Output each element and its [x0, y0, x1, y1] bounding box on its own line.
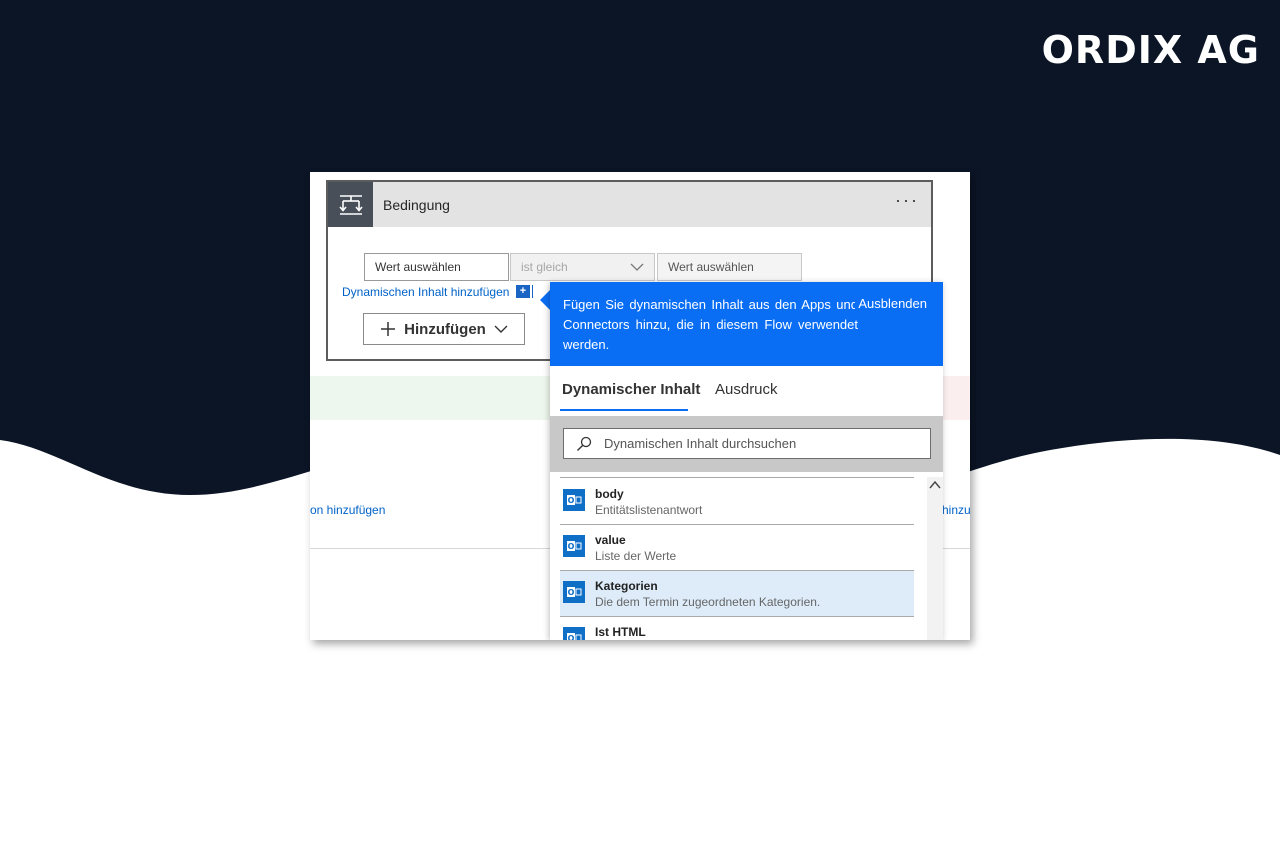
- background-add-link-left[interactable]: on hinzufügen: [310, 503, 385, 517]
- item-description: Die dem Termin zugeordneten Kategorien.: [595, 595, 821, 609]
- list-scrollbar[interactable]: [927, 477, 943, 640]
- outlook-icon: O: [563, 489, 585, 511]
- svg-text:O: O: [568, 634, 575, 640]
- add-dynamic-content-icon-bar: [532, 285, 533, 298]
- background-strip-red: [943, 376, 970, 420]
- add-dynamic-content-link[interactable]: Dynamischen Inhalt hinzufügen: [342, 285, 509, 299]
- right-value-field[interactable]: Wert auswählen: [657, 253, 802, 281]
- panel-pointer: [540, 290, 550, 310]
- outlook-icon: O: [563, 581, 585, 603]
- outlook-icon: O: [563, 535, 585, 557]
- dynamic-content-panel: Fügen Sie dynamischen Inhalt aus den App…: [550, 282, 943, 640]
- add-button-label: Hinzufügen: [404, 320, 486, 338]
- item-description: Liste der Werte: [595, 549, 677, 563]
- svg-text:O: O: [568, 542, 575, 551]
- item-title: value: [595, 533, 626, 547]
- panel-info-text: Fügen Sie dynamischen Inhalt aus den App…: [563, 297, 858, 352]
- condition-title: Bedingung: [383, 197, 450, 213]
- item-title: Kategorien: [595, 579, 658, 593]
- operator-dropdown[interactable]: ist gleich: [510, 253, 655, 281]
- active-tab-indicator: [560, 409, 688, 411]
- item-description: Entitätslistenantwort: [595, 503, 703, 517]
- item-title: body: [595, 487, 624, 501]
- list-separator: [560, 477, 914, 478]
- operator-label: ist gleich: [521, 260, 568, 274]
- more-options-icon[interactable]: ···: [895, 190, 919, 211]
- background-add-link-right[interactable]: hinzu: [942, 503, 970, 517]
- list-item-ist-html[interactable]: O Ist HTML: [560, 617, 914, 640]
- hide-button[interactable]: Ausblenden: [855, 296, 927, 311]
- search-placeholder: Dynamischen Inhalt durchsuchen: [604, 436, 797, 451]
- list-item-body[interactable]: O body Entitätslistenantwort: [560, 479, 914, 524]
- add-dynamic-content-icon[interactable]: +: [516, 285, 530, 298]
- svg-text:O: O: [568, 588, 575, 597]
- left-value-field[interactable]: Wert auswählen: [364, 253, 509, 281]
- chevron-down-icon: [494, 325, 508, 333]
- flow-screenshot: on hinzufügen hinzu Bedingung ··· Wert a…: [310, 172, 970, 640]
- add-button[interactable]: Hinzufügen: [363, 313, 525, 345]
- condition-icon: [328, 182, 373, 227]
- panel-tabs: Dynamischer Inhalt Ausdruck: [550, 366, 943, 416]
- tab-expression[interactable]: Ausdruck: [715, 381, 778, 398]
- list-item-kategorien[interactable]: O Kategorien Die dem Termin zugeordneten…: [560, 571, 914, 616]
- ordix-logo: ORDIX AG: [1041, 28, 1260, 72]
- plus-icon: [381, 322, 396, 336]
- outlook-icon: O: [563, 627, 585, 640]
- chevron-down-icon: [630, 263, 644, 271]
- chevron-up-icon[interactable]: [929, 479, 941, 491]
- condition-card-header[interactable]: Bedingung ···: [328, 182, 931, 227]
- background-strip-green: [310, 376, 550, 420]
- svg-text:O: O: [568, 496, 575, 505]
- search-icon: [577, 436, 592, 451]
- item-title: Ist HTML: [595, 625, 646, 639]
- search-input[interactable]: Dynamischen Inhalt durchsuchen: [563, 428, 931, 459]
- panel-info-header: Fügen Sie dynamischen Inhalt aus den App…: [550, 282, 943, 366]
- search-area: Dynamischen Inhalt durchsuchen: [550, 416, 943, 472]
- list-item-value[interactable]: O value Liste der Werte: [560, 525, 914, 570]
- dynamic-content-list: O body Entitätslistenantwort O value Lis…: [550, 477, 927, 640]
- tab-dynamic-content[interactable]: Dynamischer Inhalt: [562, 381, 700, 398]
